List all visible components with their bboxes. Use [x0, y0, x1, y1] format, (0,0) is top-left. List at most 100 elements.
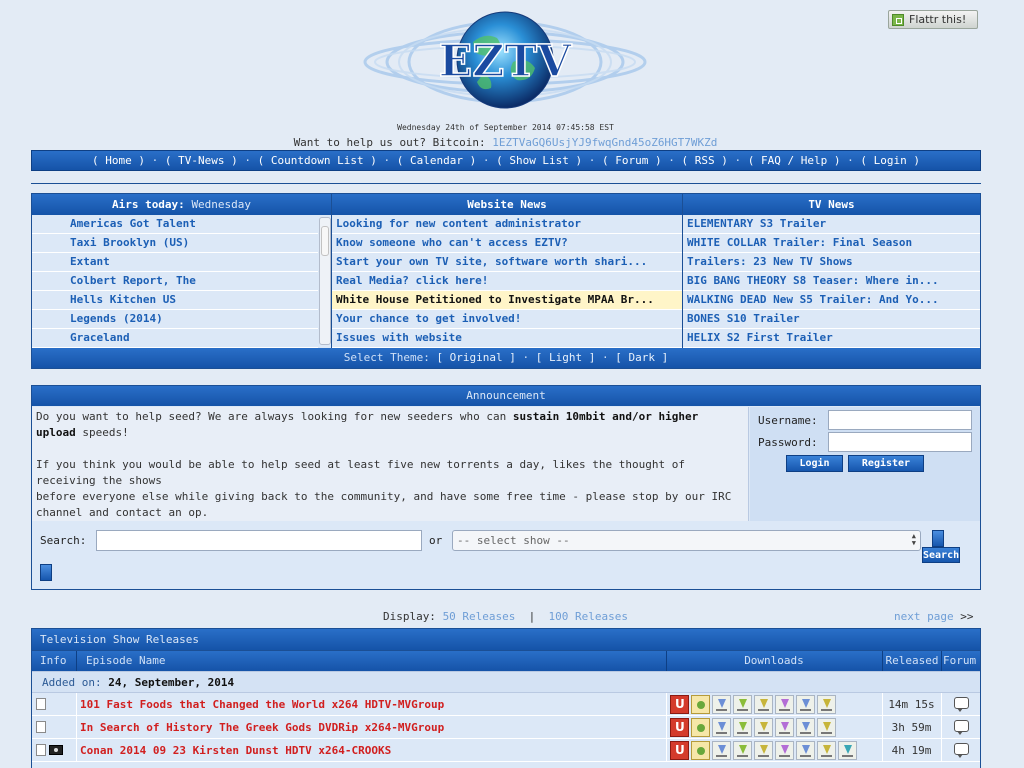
download-arrow-icon[interactable] — [796, 718, 815, 737]
torrent-box-icon[interactable] — [691, 695, 710, 714]
download-arrow-icon[interactable] — [712, 718, 731, 737]
forum-bubble-icon[interactable] — [954, 743, 969, 758]
website-news-link[interactable]: White House Petitioned to Investigate MP… — [336, 293, 654, 306]
forum-bubble-icon[interactable] — [954, 720, 969, 735]
episode-link[interactable]: Conan 2014 09 23 Kirsten Dunst HDTV x264… — [80, 744, 391, 757]
camera-icon[interactable] — [49, 745, 63, 755]
bitcoin-prompt: Want to help us out? Bitcoin: — [293, 136, 486, 149]
website-news-link[interactable]: Looking for new content administrator — [336, 217, 581, 230]
download-arrow-icon[interactable] — [775, 718, 794, 737]
airs-show-link[interactable]: Taxi Brooklyn (US) — [70, 236, 189, 249]
magnet-icon[interactable] — [670, 695, 689, 714]
download-arrow-icon[interactable] — [712, 695, 731, 714]
bitcoin-address-link[interactable]: 1EZTVaGQ6UsjYJ9fwqGnd45oZ6HGT7WKZd — [492, 136, 717, 149]
list-item: Start your own TV site, software worth s… — [332, 253, 682, 272]
nav-faq-help[interactable]: ( FAQ / Help ) — [748, 154, 841, 167]
eztv-logo[interactable]: EZTV — [355, 2, 655, 120]
download-arrow-icon[interactable] — [775, 741, 794, 760]
download-arrow-icon[interactable] — [712, 741, 731, 760]
forum-bubble-icon[interactable] — [954, 697, 969, 712]
theme-light-link[interactable]: [ Light ] — [536, 351, 596, 364]
tv-news-link[interactable]: Trailers: 23 New TV Shows — [687, 255, 853, 268]
nav-separator: · — [482, 154, 490, 167]
airs-show-link[interactable]: Americas Got Talent — [70, 217, 196, 230]
tv-news-link[interactable]: ELEMENTARY S3 Trailer — [687, 217, 826, 230]
nav-rss[interactable]: ( RSS ) — [682, 154, 728, 167]
login-button[interactable]: Login — [786, 455, 843, 472]
cell-divider — [76, 716, 77, 739]
airs-show-link[interactable]: Colbert Report, The — [70, 274, 196, 287]
airs-show-link[interactable]: Hells Kitchen US — [70, 293, 176, 306]
nav-separator: · — [668, 154, 675, 167]
website-news-link[interactable]: Know someone who can't access EZTV? — [336, 236, 568, 249]
nav-home[interactable]: ( Home ) — [92, 154, 145, 167]
magnet-icon[interactable] — [670, 718, 689, 737]
display-50-link[interactable]: 50 Releases — [443, 610, 516, 623]
flattr-button[interactable]: Flattr this! — [888, 10, 978, 29]
tv-news-link[interactable]: WALKING DEAD New S5 Trailer: And Yo... — [687, 293, 939, 306]
list-item: Real Media? click here! — [332, 272, 682, 291]
download-arrow-icon[interactable] — [796, 695, 815, 714]
tv-news-link[interactable]: BONES S10 Trailer — [687, 312, 800, 325]
download-arrow-icon[interactable] — [796, 741, 815, 760]
username-field[interactable] — [828, 410, 972, 430]
download-arrow-icon[interactable] — [775, 695, 794, 714]
theme-original-link[interactable]: [ Original ] — [436, 351, 515, 364]
airs-scrollbar[interactable] — [319, 217, 331, 345]
added-on-date: 24, September, 2014 — [108, 676, 235, 689]
password-field[interactable] — [828, 432, 972, 452]
tv-news-link[interactable]: HELIX S2 First Trailer — [687, 331, 833, 344]
download-arrow-icon[interactable] — [733, 741, 752, 760]
register-button[interactable]: Register — [848, 455, 924, 472]
cell-divider — [941, 739, 942, 762]
search-input[interactable] — [96, 530, 422, 551]
download-arrow-icon[interactable] — [733, 718, 752, 737]
torrent-box-icon[interactable] — [691, 741, 710, 760]
search-button[interactable]: Search — [922, 530, 960, 564]
list-item: Issues with website — [332, 329, 682, 348]
tv-news-heading: TV News — [683, 194, 980, 215]
nav-separator: · — [734, 154, 742, 167]
download-arrow-icon[interactable] — [754, 695, 773, 714]
nav-tv-news[interactable]: ( TV-News ) — [165, 154, 238, 167]
airs-show-link[interactable]: Legends (2014) — [70, 312, 163, 325]
file-icon[interactable] — [36, 698, 46, 710]
website-news-link[interactable]: Issues with website — [336, 331, 462, 344]
download-arrow-icon[interactable] — [838, 741, 857, 760]
tv-news-link[interactable]: WHITE COLLAR Trailer: Final Season — [687, 236, 912, 249]
nav-show-list[interactable]: ( Show List ) — [496, 154, 582, 167]
display-100-link[interactable]: 100 Releases — [549, 610, 628, 623]
file-icon[interactable] — [36, 744, 46, 756]
theme-dark-link[interactable]: [ Dark ] — [615, 351, 668, 364]
download-arrow-icon[interactable] — [754, 741, 773, 760]
episode-link[interactable]: In Search of History The Greek Gods DVDR… — [80, 721, 444, 734]
website-news-link[interactable]: Start your own TV site, software worth s… — [336, 255, 647, 268]
search-image-button[interactable] — [40, 564, 52, 581]
nav-login[interactable]: ( Login ) — [860, 154, 920, 167]
download-arrow-icon[interactable] — [733, 695, 752, 714]
torrent-box-icon[interactable] — [691, 718, 710, 737]
nav-forum[interactable]: ( Forum ) — [602, 154, 662, 167]
download-arrow-icon[interactable] — [817, 718, 836, 737]
news-panel: Airs today: Wednesday Website News TV Ne… — [31, 193, 981, 369]
airs-show-link[interactable]: Extant — [70, 255, 110, 268]
episode-link[interactable]: 101 Fast Foods that Changed the World x2… — [80, 698, 444, 711]
tv-news-link[interactable]: BIG BANG THEORY S8 Teaser: Where in... — [687, 274, 939, 287]
scrollbar-thumb[interactable] — [321, 226, 329, 256]
nav-countdown-list[interactable]: ( Countdown List ) — [258, 154, 377, 167]
download-arrow-icon[interactable] — [817, 741, 836, 760]
download-arrow-icon[interactable] — [817, 695, 836, 714]
next-page-link[interactable]: next page >> — [894, 610, 973, 623]
display-separator: | — [528, 610, 536, 623]
show-select[interactable]: -- select show -- ▲ ▼ — [452, 530, 921, 551]
airs-show-link[interactable]: Graceland — [70, 331, 130, 344]
nav-calendar[interactable]: ( Calendar ) — [397, 154, 476, 167]
file-icon[interactable] — [36, 721, 46, 733]
announcement-text-part: Do you want to help seed? We are always … — [36, 410, 513, 423]
info-cell — [36, 744, 63, 757]
website-news-link[interactable]: Real Media? click here! — [336, 274, 488, 287]
website-news-link[interactable]: Your chance to get involved! — [336, 312, 521, 325]
magnet-icon[interactable] — [670, 741, 689, 760]
website-news-heading: Website News — [332, 194, 682, 215]
download-arrow-icon[interactable] — [754, 718, 773, 737]
